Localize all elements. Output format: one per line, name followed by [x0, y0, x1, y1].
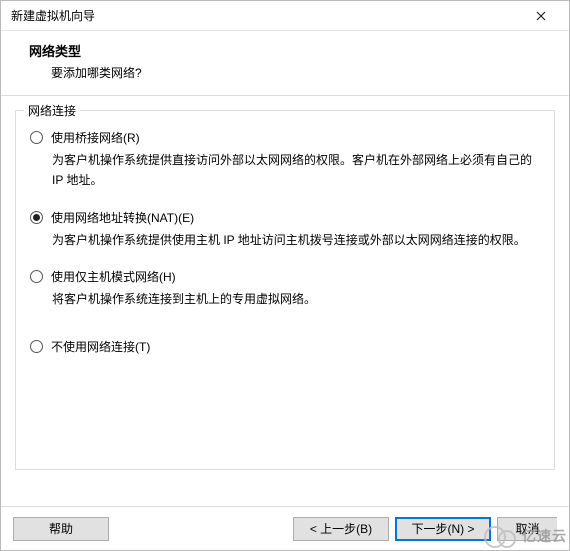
option-label: 使用仅主机模式网络(H) — [51, 268, 176, 285]
radio-icon — [30, 340, 43, 353]
option-host-only: 使用仅主机模式网络(H) 将客户机操作系统连接到主机上的专用虚拟网络。 — [30, 268, 540, 309]
page-subtitle: 要添加哪类网络? — [29, 64, 541, 81]
cancel-button[interactable]: 取消 — [497, 517, 557, 541]
option-label: 使用网络地址转换(NAT)(E) — [51, 209, 194, 226]
next-button[interactable]: 下一步(N) > — [395, 517, 491, 541]
close-button[interactable] — [521, 2, 561, 30]
close-icon — [536, 11, 546, 21]
option-label: 使用桥接网络(R) — [51, 129, 140, 146]
radio-icon — [30, 211, 43, 224]
option-none: 不使用网络连接(T) — [30, 338, 540, 355]
wizard-body: 网络连接 使用桥接网络(R) 为客户机操作系统提供直接访问外部以太网网络的权限。… — [1, 96, 569, 506]
help-button[interactable]: 帮助 — [13, 517, 109, 541]
page-title: 网络类型 — [29, 41, 541, 60]
group-legend: 网络连接 — [24, 102, 80, 119]
option-desc: 为客户机操作系统提供使用主机 IP 地址访问主机拨号连接或外部以太网网络连接的权… — [52, 230, 540, 250]
wizard-window: 新建虚拟机向导 网络类型 要添加哪类网络? 网络连接 使用桥接网络(R) 为客户… — [0, 0, 570, 551]
wizard-footer: 帮助 < 上一步(B) 下一步(N) > 取消 — [1, 506, 569, 550]
radio-nat[interactable]: 使用网络地址转换(NAT)(E) — [30, 209, 540, 226]
option-label: 不使用网络连接(T) — [51, 338, 150, 355]
back-button[interactable]: < 上一步(B) — [293, 517, 389, 541]
radio-icon — [30, 270, 43, 283]
radio-bridged[interactable]: 使用桥接网络(R) — [30, 129, 540, 146]
window-title: 新建虚拟机向导 — [11, 7, 521, 24]
radio-host-only[interactable]: 使用仅主机模式网络(H) — [30, 268, 540, 285]
radio-none[interactable]: 不使用网络连接(T) — [30, 338, 540, 355]
option-bridged: 使用桥接网络(R) 为客户机操作系统提供直接访问外部以太网网络的权限。客户机在外… — [30, 129, 540, 191]
option-desc: 为客户机操作系统提供直接访问外部以太网网络的权限。客户机在外部网络上必须有自己的… — [52, 150, 540, 191]
titlebar: 新建虚拟机向导 — [1, 1, 569, 31]
wizard-header: 网络类型 要添加哪类网络? — [1, 31, 569, 96]
option-nat: 使用网络地址转换(NAT)(E) 为客户机操作系统提供使用主机 IP 地址访问主… — [30, 209, 540, 250]
option-desc: 将客户机操作系统连接到主机上的专用虚拟网络。 — [52, 289, 540, 309]
network-connection-group: 网络连接 使用桥接网络(R) 为客户机操作系统提供直接访问外部以太网网络的权限。… — [15, 110, 555, 470]
radio-icon — [30, 131, 43, 144]
